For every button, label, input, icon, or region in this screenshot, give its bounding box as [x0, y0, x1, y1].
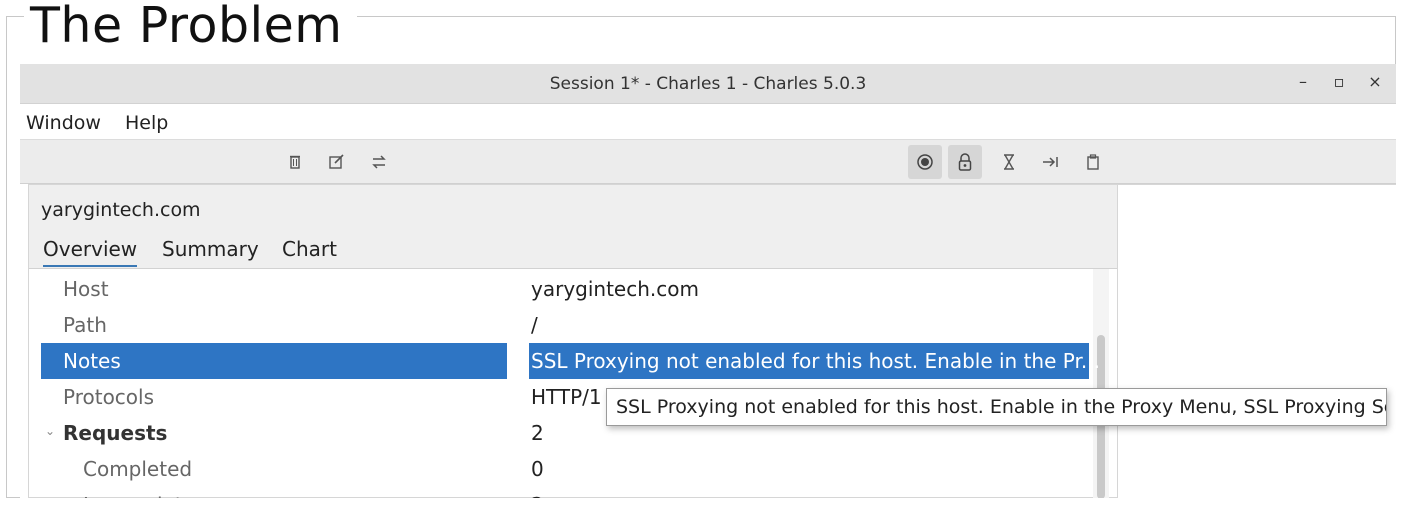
- toolbar: [20, 140, 1396, 184]
- row-value: 2: [531, 421, 544, 445]
- detail-side-panel: [1118, 184, 1396, 498]
- table-row-notes[interactable]: Notes SSL Proxying not enabled for this …: [41, 343, 1100, 379]
- row-value: SSL Proxying not enabled for this host. …: [531, 349, 1100, 373]
- row-key: Completed: [83, 457, 193, 481]
- row-key: Incomplete: [83, 493, 195, 498]
- ssl-lock-icon: [958, 153, 972, 171]
- menu-help[interactable]: Help: [125, 112, 168, 134]
- menu-bar: Window Help: [20, 104, 1396, 140]
- record-button[interactable]: [908, 145, 942, 179]
- clear-session-button[interactable]: [278, 145, 312, 179]
- row-value: HTTP/1: [531, 385, 602, 409]
- clipboard-icon: [1087, 154, 1099, 170]
- tab-summary[interactable]: Summary: [162, 237, 259, 261]
- breakpoint-icon: [1043, 157, 1058, 167]
- slide-title: The Problem: [24, 0, 357, 52]
- edit-icon: [329, 154, 344, 169]
- close-button[interactable]: ×: [1364, 72, 1386, 91]
- host-title: yarygintech.com: [41, 199, 201, 221]
- record-icon: [917, 154, 933, 170]
- notes-tooltip: SSL Proxying not enabled for this host. …: [606, 388, 1387, 426]
- table-row-path[interactable]: Path /: [41, 307, 1087, 343]
- row-key: Notes: [63, 349, 121, 373]
- ssl-proxying-button[interactable]: [948, 145, 982, 179]
- table-row-incomplete[interactable]: Incomplete 2: [41, 487, 1087, 498]
- panel-header: yarygintech.com Overview Summary Chart: [29, 185, 1117, 269]
- throttle-hourglass-icon: [1004, 154, 1014, 170]
- row-key: Requests: [63, 421, 168, 445]
- tab-chart[interactable]: Chart: [282, 237, 337, 261]
- repeat-icon: [372, 155, 386, 169]
- chevron-down-icon[interactable]: ⌄: [45, 424, 55, 438]
- throttle-button[interactable]: [992, 145, 1026, 179]
- window-title: Session 1* - Charles 1 - Charles 5.0.3: [549, 74, 867, 94]
- trash-icon: [290, 155, 300, 169]
- maximize-button[interactable]: ▫: [1328, 72, 1350, 91]
- minimize-button[interactable]: –: [1292, 72, 1314, 91]
- menu-window[interactable]: Window: [26, 112, 101, 134]
- table-row-completed[interactable]: Completed 0: [41, 451, 1087, 487]
- row-key: Path: [63, 313, 107, 337]
- clipboard-button[interactable]: [1076, 145, 1110, 179]
- row-value: 2: [531, 493, 544, 498]
- row-key: Host: [63, 277, 109, 301]
- repeat-button[interactable]: [362, 145, 396, 179]
- row-key: Protocols: [63, 385, 155, 409]
- tab-overview[interactable]: Overview: [43, 237, 138, 267]
- breakpoints-button[interactable]: [1034, 145, 1068, 179]
- row-value: yarygintech.com: [531, 277, 699, 301]
- edit-button[interactable]: [320, 145, 354, 179]
- table-row-host[interactable]: Host yarygintech.com: [41, 271, 1087, 307]
- row-value: /: [531, 313, 538, 337]
- overview-panel: yarygintech.com Overview Summary Chart H…: [28, 184, 1118, 498]
- title-bar[interactable]: Session 1* - Charles 1 - Charles 5.0.3 –…: [20, 64, 1396, 104]
- charles-window: Session 1* - Charles 1 - Charles 5.0.3 –…: [20, 64, 1396, 498]
- row-value: 0: [531, 457, 544, 481]
